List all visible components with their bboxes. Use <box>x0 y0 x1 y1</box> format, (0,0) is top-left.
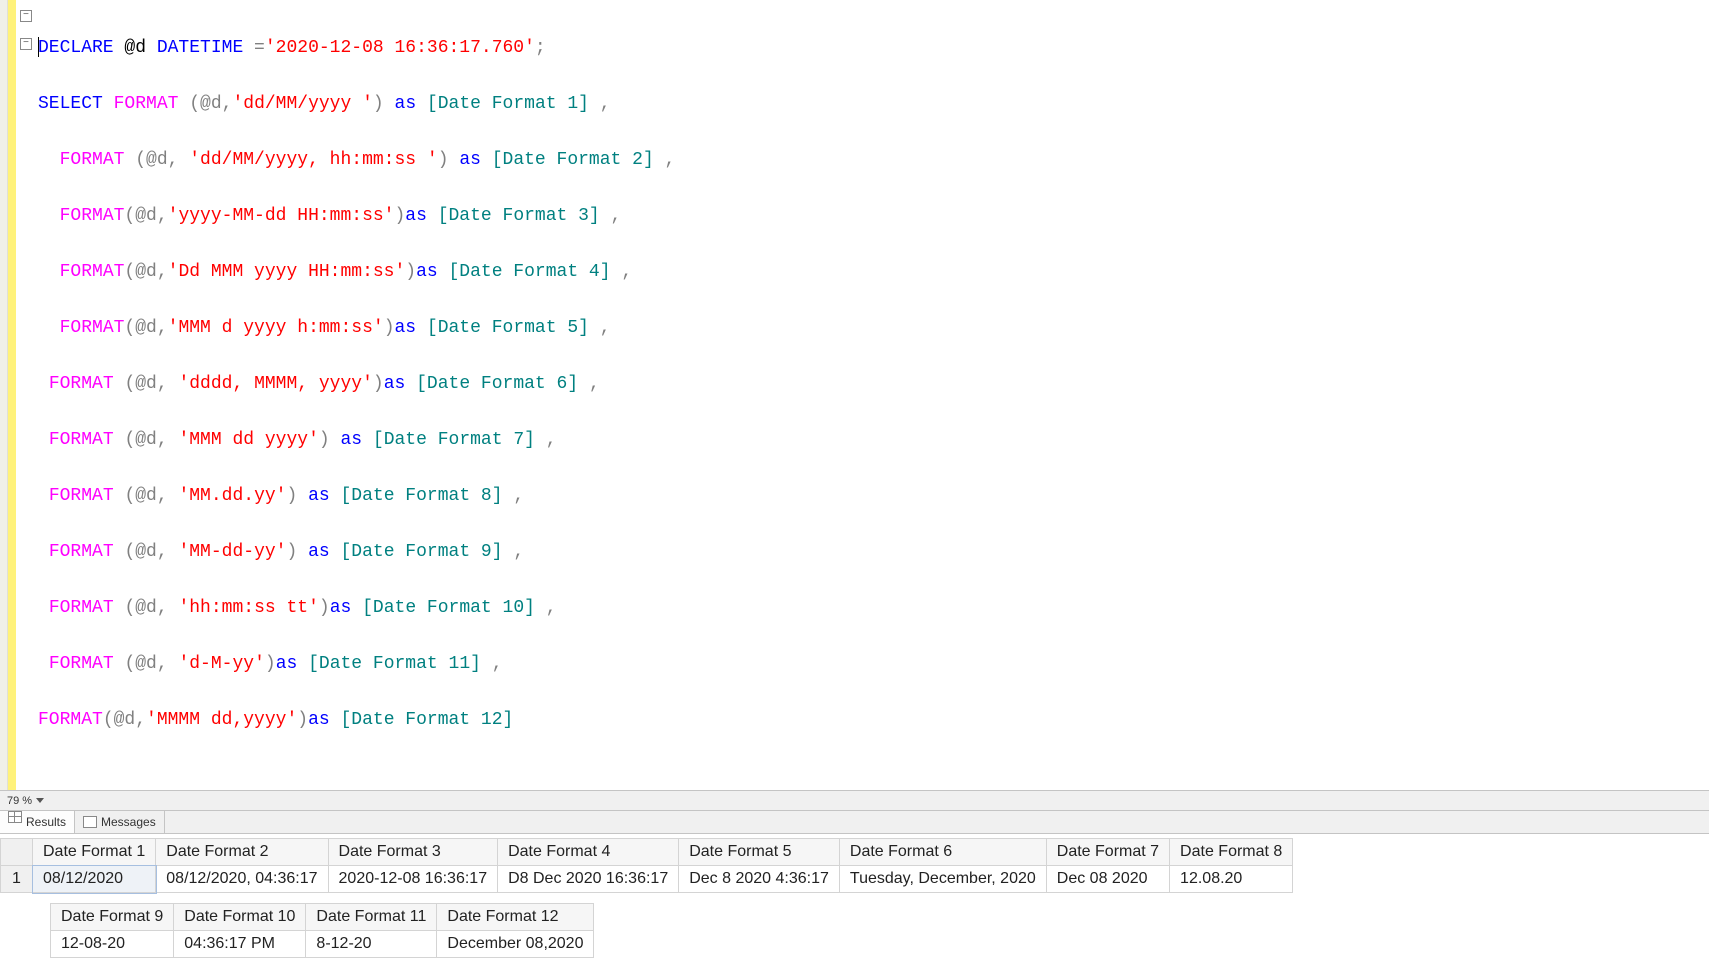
horizontal-splitter[interactable] <box>55 795 1709 807</box>
col-header[interactable]: Date Format 4 <box>498 839 679 866</box>
tab-results[interactable]: Results <box>0 811 75 833</box>
table-header-row: Date Format 9 Date Format 10 Date Format… <box>51 904 594 931</box>
fold-toggle-icon[interactable]: − <box>20 38 32 50</box>
zoom-value: 79 % <box>7 795 32 807</box>
cell[interactable]: 08/12/2020 <box>33 866 156 893</box>
col-header[interactable]: Date Format 7 <box>1046 839 1169 866</box>
col-header[interactable]: Date Format 11 <box>306 904 437 931</box>
cell[interactable]: 8-12-20 <box>306 931 437 958</box>
editor-margin: − − <box>0 0 38 790</box>
sql-code[interactable]: DECLARE @d DATETIME ='2020-12-08 16:36:1… <box>38 0 1709 790</box>
col-header[interactable]: Date Format 1 <box>33 839 156 866</box>
results-grid-1[interactable]: Date Format 1 Date Format 2 Date Format … <box>0 838 1293 893</box>
chevron-down-icon <box>36 798 44 803</box>
kw-select: SELECT <box>38 94 114 114</box>
grid-icon <box>8 811 22 823</box>
cell[interactable]: 12-08-20 <box>51 931 174 958</box>
table-row[interactable]: 1 08/12/2020 08/12/2020, 04:36:17 2020-1… <box>1 866 1293 893</box>
cell[interactable]: D8 Dec 2020 16:36:17 <box>498 866 679 893</box>
cell[interactable]: Dec 08 2020 <box>1046 866 1169 893</box>
col-header[interactable]: Date Format 6 <box>839 839 1046 866</box>
outline-column[interactable]: − − <box>16 0 38 790</box>
results-pane: Date Format 1 Date Format 2 Date Format … <box>0 834 1709 958</box>
results-grid-2[interactable]: Date Format 9 Date Format 10 Date Format… <box>50 903 594 958</box>
zoom-dropdown[interactable]: 79 % <box>2 794 49 808</box>
result-tabs: Results Messages <box>0 810 1709 834</box>
table-row[interactable]: 12-08-20 04:36:17 PM 8-12-20 December 08… <box>51 931 594 958</box>
cell[interactable]: 12.08.20 <box>1170 866 1293 893</box>
cell[interactable]: Dec 8 2020 4:36:17 <box>679 866 840 893</box>
cell[interactable]: December 08,2020 <box>437 931 594 958</box>
zoom-bar: 79 % <box>0 790 1709 810</box>
message-icon <box>83 816 97 828</box>
cell[interactable]: Tuesday, December, 2020 <box>839 866 1046 893</box>
row-number[interactable]: 1 <box>1 866 33 893</box>
cell[interactable]: 2020-12-08 16:36:17 <box>328 866 498 893</box>
col-header[interactable]: Date Format 9 <box>51 904 174 931</box>
tab-messages-label: Messages <box>101 815 156 829</box>
tab-results-label: Results <box>26 815 66 829</box>
kw-declare: DECLARE <box>38 38 124 58</box>
col-header[interactable]: Date Format 5 <box>679 839 840 866</box>
cell[interactable]: 04:36:17 PM <box>174 931 306 958</box>
fold-toggle-icon[interactable]: − <box>20 10 32 22</box>
cell[interactable]: 08/12/2020, 04:36:17 <box>156 866 328 893</box>
corner-cell[interactable] <box>1 839 33 866</box>
col-header[interactable]: Date Format 12 <box>437 904 594 931</box>
col-header[interactable]: Date Format 10 <box>174 904 306 931</box>
col-header[interactable]: Date Format 8 <box>1170 839 1293 866</box>
col-header[interactable]: Date Format 3 <box>328 839 498 866</box>
col-header[interactable]: Date Format 2 <box>156 839 328 866</box>
change-indicator <box>8 0 16 790</box>
tab-messages[interactable]: Messages <box>75 811 165 833</box>
table-header-row: Date Format 1 Date Format 2 Date Format … <box>1 839 1293 866</box>
code-editor[interactable]: − − DECLARE @d DATETIME ='2020-12-08 16:… <box>0 0 1709 790</box>
